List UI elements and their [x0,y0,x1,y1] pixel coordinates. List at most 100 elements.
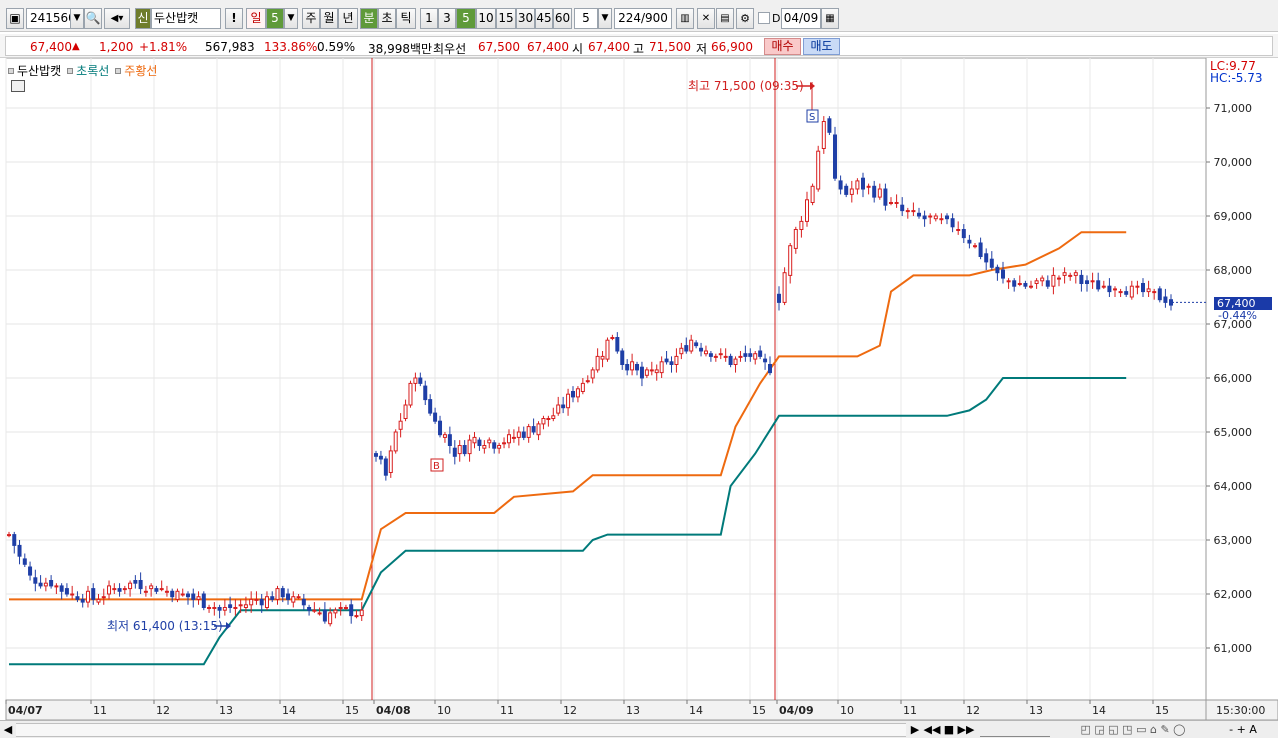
high-label: 고 [633,42,645,56]
zoom-slider[interactable] [980,723,1050,737]
scroll-left-icon[interactable]: ◀ [2,723,14,737]
minute-option-30[interactable]: 30 [516,8,535,29]
data-count-field[interactable]: 224/900 [614,8,672,29]
candle-body [286,593,291,600]
candle-body [664,358,669,363]
candle-body [170,590,175,598]
legend-item-stock[interactable]: 두산밥캣 [8,62,61,79]
period-day-button[interactable]: 일 [246,8,266,29]
candle-body [816,150,821,190]
candle-body [1157,288,1162,301]
stop-button[interactable]: ■ [942,723,956,737]
candle-body [536,423,541,436]
x-tick-label: 10 [840,704,854,717]
interval-dropdown-icon[interactable]: ▼ [598,8,612,29]
period-tick-button[interactable]: 틱 [396,8,416,29]
candle-body [945,215,949,220]
candle-body [566,393,571,409]
candle-body [866,185,871,188]
save-icon[interactable]: ▤ [716,8,734,29]
date-input[interactable]: 04/09 [781,8,821,29]
up-triangle-icon: ▲ [72,41,80,52]
candle-body [91,588,96,600]
candle-body [799,220,804,230]
candle-body [17,544,22,557]
layout-icon[interactable]: ▣ [6,8,24,29]
legend-item-green[interactable]: 초록선 [67,62,109,79]
minute-option-3[interactable]: 3 [438,8,456,29]
calendar-icon[interactable]: ▦ [821,8,839,29]
minute-option-1[interactable]: 1 [420,8,438,29]
period-day-count[interactable]: 5 [266,8,284,29]
candle-body [149,585,154,590]
bar-chart-icon[interactable]: ▥ [676,8,694,29]
candle-body [590,369,595,379]
fast-forward-button[interactable]: ▶▶ [957,723,975,737]
d-checkbox[interactable] [758,12,770,24]
chart-canvas[interactable]: 61,00062,00063,00064,00065,00066,00067,0… [0,57,1278,721]
scroll-track[interactable] [16,723,906,737]
candle-body [1096,280,1101,290]
stock-name-field[interactable]: 두산밥캣 [151,8,221,29]
candle-body [1129,285,1134,298]
candle-body [708,353,713,357]
stock-code-value: 241560 [30,11,76,25]
alert-button[interactable]: ! [225,8,243,29]
candle-body [889,202,893,204]
candle-body [482,445,487,449]
search-icon[interactable]: 🔍 [84,8,102,29]
y-tick-label: 65,000 [1214,426,1253,439]
custom-interval-input[interactable]: 5 [574,8,598,29]
price-chart[interactable]: 61,000 62,000 63,000 64,000 65,000 66,000 67,0… [0,57,1278,721]
candle-body [738,355,743,358]
candle-body [54,585,59,588]
zoom-controls[interactable]: - + A [1212,723,1274,737]
y-tick-label: 62,000 [1214,588,1253,601]
settings-gear-icon[interactable]: ⚙ [736,8,754,29]
candle-body [154,588,159,592]
period-second-button[interactable]: 초 [378,8,396,29]
candle-body [312,609,317,612]
candle-body [383,458,388,476]
candle-body [506,434,511,444]
minute-option-15[interactable]: 15 [496,8,516,29]
candle-body [575,388,580,398]
candle-body [995,266,1000,274]
period-year-button[interactable]: 년 [338,8,358,29]
sell-button[interactable]: 매도 [803,38,840,55]
volume: 567,983 [205,40,255,54]
x-tick-label: 13 [219,704,233,717]
period-minute-button[interactable]: 분 [360,8,378,29]
minute-option-60[interactable]: 60 [553,8,572,29]
minute-option-5[interactable]: 5 [456,8,476,29]
legend-marker [67,67,74,74]
high-price: 71,500 [649,40,691,54]
candle-body [343,607,348,609]
legend-item-orange[interactable]: 주황선 [115,62,157,79]
rewind-button[interactable]: ◀◀ [923,723,941,737]
speaker-icon[interactable]: ◀▾ [104,8,130,29]
candle-body [43,582,48,587]
period-dropdown-icon[interactable]: ▼ [284,8,298,29]
minute-option-10[interactable]: 10 [476,8,496,29]
x-tick-label: 14 [282,704,296,717]
candle-body [978,242,983,257]
period-month-button[interactable]: 월 [320,8,338,29]
candle-body [1163,296,1168,303]
period-week-button[interactable]: 주 [302,8,320,29]
minute-option-45[interactable]: 45 [535,8,553,29]
candle-body [1079,274,1084,284]
x-tick-label: 04/08 [376,704,411,717]
chart-tools-icons[interactable]: ◰ ◲ ◱ ◳ ▭ ⌂ ✎ ◯ [1058,723,1208,737]
candle-body [64,588,69,595]
candle-body [438,420,443,436]
candle-body [585,380,590,383]
play-button[interactable]: ▶ [908,723,922,737]
data-table-icon[interactable] [11,80,25,92]
candle-body [793,229,798,249]
code-dropdown-icon[interactable]: ▼ [70,8,84,29]
candle-body [138,580,143,590]
buy-button[interactable]: 매수 [764,38,801,55]
crosshair-icon[interactable]: ✕ [697,8,715,29]
candle-body [639,366,644,379]
